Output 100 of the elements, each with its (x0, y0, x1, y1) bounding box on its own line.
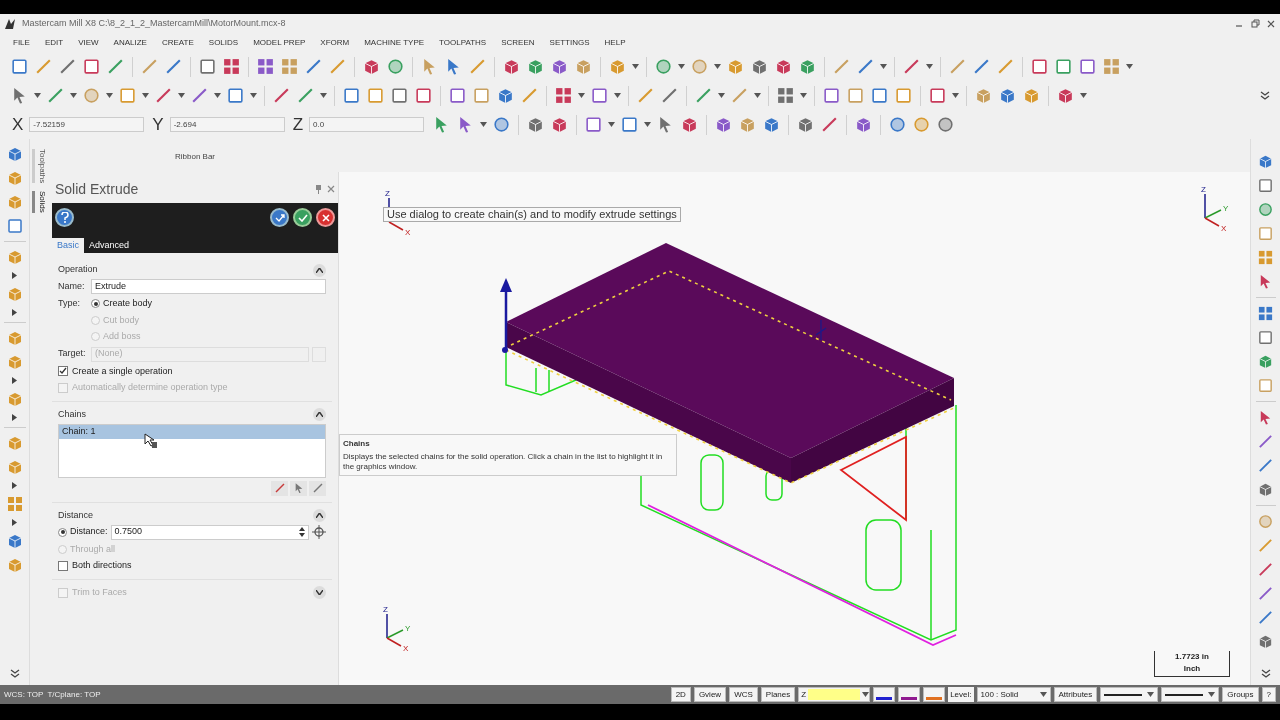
page-icon[interactable] (590, 86, 609, 105)
collapse-button[interactable] (313, 263, 326, 277)
expand-arrow-icon[interactable] (12, 482, 17, 489)
line-icon[interactable] (1257, 561, 1274, 578)
caret-icon[interactable] (718, 93, 725, 98)
caret-icon[interactable] (632, 64, 639, 69)
page-icon[interactable] (1257, 225, 1274, 242)
circle-icon[interactable] (492, 115, 512, 134)
name-field[interactable]: Extrude (91, 279, 326, 294)
cube-icon[interactable] (1257, 353, 1274, 370)
more-icon[interactable] (1260, 669, 1271, 679)
caret-icon[interactable] (880, 64, 887, 69)
page-icon[interactable] (448, 86, 467, 105)
cancel-button[interactable] (316, 208, 335, 227)
collapse-button[interactable] (313, 408, 326, 421)
line-icon[interactable] (296, 86, 315, 105)
page-icon[interactable] (1257, 329, 1274, 346)
status-button[interactable]: 2D (670, 687, 691, 702)
expand-arrow-icon[interactable] (12, 309, 17, 316)
caret-icon[interactable] (1126, 64, 1133, 69)
grid-icon[interactable] (554, 86, 573, 105)
circle-icon[interactable] (888, 115, 908, 134)
close-icon[interactable] (1266, 19, 1276, 29)
menu-item[interactable]: MACHINE TYPE (364, 37, 425, 49)
cube-icon[interactable] (1257, 481, 1274, 498)
status-button[interactable]: Groups (1222, 687, 1259, 702)
z-depth-field[interactable]: Z (798, 687, 871, 702)
page-icon[interactable] (1054, 57, 1073, 76)
caret-icon[interactable] (714, 64, 721, 69)
caret-icon[interactable] (926, 64, 933, 69)
page-icon[interactable] (198, 57, 217, 76)
ok-button[interactable] (293, 208, 312, 227)
line-icon[interactable] (1257, 433, 1274, 450)
cube-icon[interactable] (550, 57, 569, 76)
menu-item[interactable]: HELP (604, 37, 626, 49)
status-button[interactable]: Planes (760, 687, 796, 702)
cube-icon[interactable] (1056, 86, 1075, 105)
caret-icon[interactable] (952, 93, 959, 98)
page-icon[interactable] (584, 115, 604, 134)
collapse-button[interactable] (313, 509, 326, 522)
cube-icon[interactable] (526, 57, 545, 76)
line-icon[interactable] (1257, 585, 1274, 602)
expand-arrow-icon[interactable] (12, 377, 17, 384)
radio-button[interactable] (58, 527, 67, 537)
line-icon[interactable] (154, 86, 173, 105)
distance-field[interactable]: 0.7500 (110, 524, 309, 540)
page-icon[interactable] (5, 217, 24, 235)
color-button[interactable] (923, 687, 946, 702)
caret-icon[interactable] (608, 122, 616, 127)
line-icon[interactable] (304, 57, 323, 76)
panel-tab[interactable]: Advanced (84, 238, 135, 253)
caret-icon[interactable] (1208, 692, 1216, 697)
line-icon[interactable] (273, 482, 286, 494)
line-icon[interactable] (902, 57, 921, 76)
coordinate-field[interactable]: -2.694 (169, 117, 285, 132)
page-icon[interactable] (1257, 177, 1274, 194)
caret-icon[interactable] (578, 93, 585, 98)
circle-icon[interactable] (386, 57, 405, 76)
caret-icon[interactable] (214, 93, 221, 98)
caret-icon[interactable] (614, 93, 621, 98)
caret-icon[interactable] (142, 93, 149, 98)
cube-icon[interactable] (750, 57, 769, 76)
line-icon[interactable] (106, 57, 125, 76)
grid-icon[interactable] (256, 57, 275, 76)
menu-item[interactable]: XFORM (320, 37, 350, 49)
caret-icon[interactable] (754, 93, 761, 98)
line-icon[interactable] (164, 57, 183, 76)
caret-icon[interactable] (678, 64, 685, 69)
page-icon[interactable] (342, 86, 361, 105)
page-icon[interactable] (1257, 377, 1274, 394)
line-icon[interactable] (972, 57, 991, 76)
crosshair-icon[interactable] (312, 525, 326, 539)
radio-button[interactable] (91, 299, 100, 309)
circle-icon[interactable] (1257, 201, 1274, 218)
page-icon[interactable] (118, 86, 137, 105)
pin-icon[interactable] (315, 184, 322, 194)
page-icon[interactable] (472, 86, 491, 105)
page-icon[interactable] (894, 86, 913, 105)
line-icon[interactable] (1257, 457, 1274, 474)
caret-icon[interactable] (1147, 692, 1155, 697)
menu-item[interactable]: ANALIZE (113, 37, 147, 49)
caret-icon[interactable] (1039, 692, 1047, 697)
page-icon[interactable] (414, 86, 433, 105)
page-icon[interactable] (1078, 57, 1097, 76)
expand-arrow-icon[interactable] (12, 272, 17, 279)
chain-item[interactable]: Chain: 1 (59, 424, 325, 439)
caret-icon[interactable] (70, 93, 77, 98)
page-icon[interactable] (226, 86, 245, 105)
color-button[interactable] (873, 687, 896, 702)
page-icon[interactable] (620, 115, 640, 134)
more-icon[interactable] (9, 669, 20, 679)
caret-icon[interactable] (250, 93, 257, 98)
caret-icon[interactable] (34, 93, 41, 98)
caret-icon[interactable] (1080, 93, 1087, 98)
cube-icon[interactable] (774, 57, 793, 76)
cube-icon[interactable] (798, 57, 817, 76)
cube-icon[interactable] (1257, 153, 1274, 170)
circle-icon[interactable] (654, 57, 673, 76)
menu-item[interactable]: VIEW (78, 37, 99, 49)
status-button[interactable]: ? (1261, 687, 1276, 702)
